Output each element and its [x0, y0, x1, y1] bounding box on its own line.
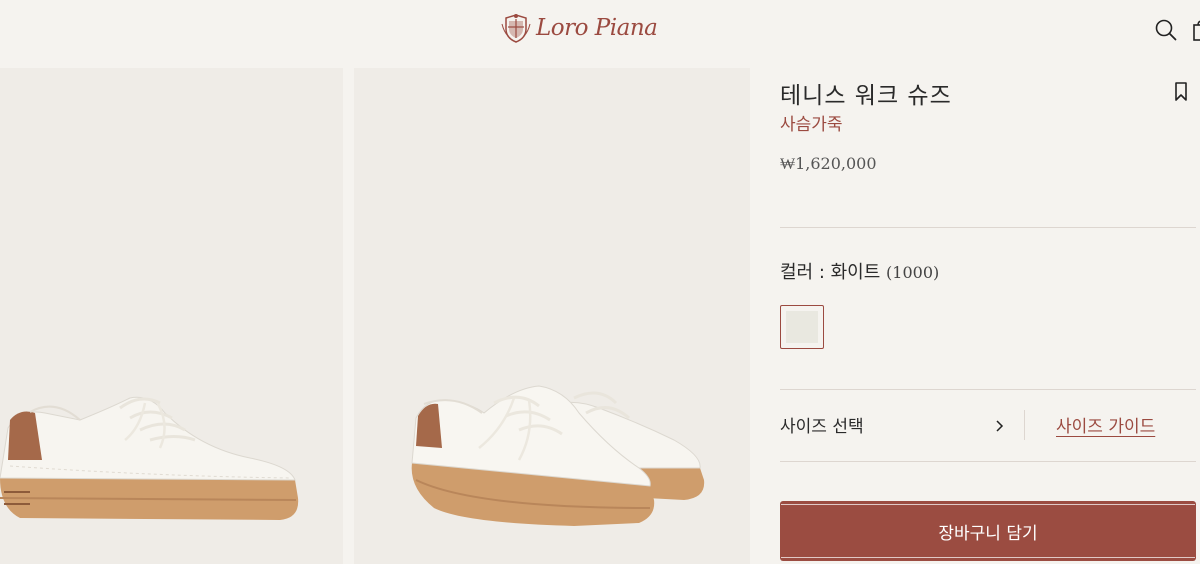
crest-icon — [501, 14, 531, 43]
swatch-fill — [786, 311, 818, 343]
separator — [1024, 410, 1025, 440]
color-label: 컬러 : 화이트 — [780, 262, 881, 283]
product-image-pair[interactable] — [354, 68, 750, 564]
add-to-cart-button[interactable]: 장바구니 담기 — [780, 501, 1196, 561]
color-swatch-white[interactable] — [780, 305, 824, 349]
product-price: ₩1,620,000 — [780, 154, 877, 173]
size-guide-link[interactable]: 사이즈 가이드 — [1056, 412, 1155, 437]
logo-wordmark: Loro Piana — [536, 15, 658, 41]
color-selection-label: 컬러 : 화이트 (1000) — [780, 258, 939, 284]
divider — [780, 389, 1196, 390]
sneaker-side-illustration — [0, 396, 299, 520]
product-material: 사슴가죽 — [780, 115, 843, 135]
product-image-side[interactable] — [0, 68, 343, 564]
size-select-button[interactable]: 사이즈 선택 — [780, 412, 864, 437]
divider — [780, 227, 1196, 228]
product-title: 테니스 워크 슈즈 — [780, 83, 952, 109]
brand-logo[interactable]: Loro Piana — [500, 11, 658, 45]
sneaker-pair-illustration — [411, 385, 705, 526]
search-icon[interactable] — [1155, 19, 1177, 41]
shopping-bag-icon[interactable] — [1192, 20, 1200, 42]
chevron-right-icon[interactable] — [993, 419, 1005, 433]
color-code: (1000) — [886, 263, 940, 282]
bookmark-icon[interactable] — [1173, 81, 1189, 103]
divider — [780, 461, 1196, 462]
site-header: Loro Piana — [0, 0, 1200, 62]
